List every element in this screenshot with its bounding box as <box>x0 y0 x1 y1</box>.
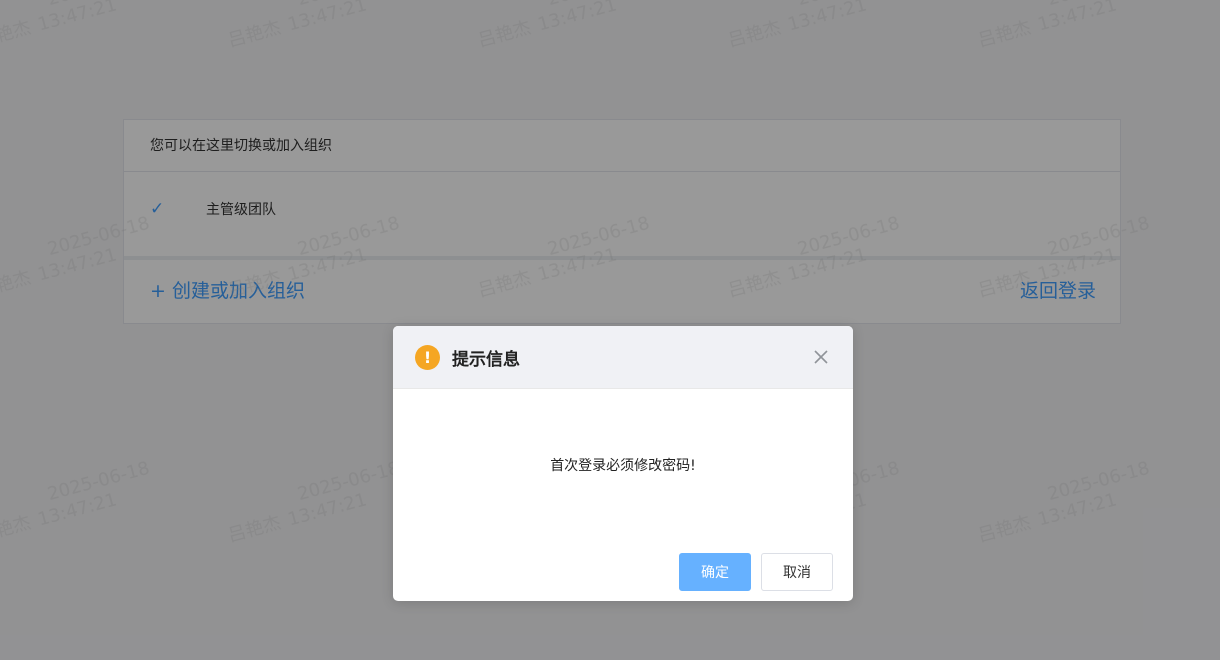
message-dialog: ! 提示信息 首次登录必须修改密码! 确定 取消 <box>393 326 853 601</box>
close-icon[interactable] <box>811 347 831 367</box>
org-switch-page: 您可以在这里切换或加入组织 ✓ 主管级团队 + 创建或加入组织 返回登录 202… <box>0 0 1220 660</box>
dialog-footer: 确定 取消 <box>679 553 833 591</box>
warning-icon: ! <box>415 344 440 370</box>
dialog-header: ! 提示信息 <box>393 326 853 389</box>
confirm-button[interactable]: 确定 <box>679 553 751 591</box>
cancel-button[interactable]: 取消 <box>761 553 833 591</box>
dialog-title: 提示信息 <box>452 349 520 370</box>
dialog-message: 首次登录必须修改密码! <box>550 458 696 474</box>
